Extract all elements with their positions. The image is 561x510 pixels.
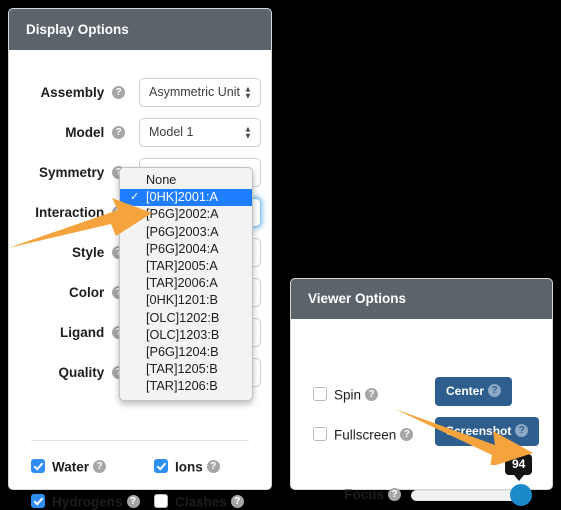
viewer-options-panel: Viewer Options Spin? Fullscreen? Center?…	[290, 278, 553, 506]
help-icon[interactable]: ?	[488, 384, 502, 398]
checkbox-fullscreen-label: Fullscreen	[334, 427, 397, 443]
label-color-text: Color	[68, 285, 105, 300]
center-button-label: Center	[446, 384, 485, 398]
viewer-options-title: Viewer Options	[291, 279, 552, 319]
label-focus: Focus?	[301, 487, 401, 503]
dropdown-option-label: [P6G]2004:A	[146, 241, 219, 256]
dropdown-option[interactable]: [TAR]1206:B	[120, 378, 252, 395]
help-icon[interactable]: ?	[93, 459, 107, 473]
select-assembly-value: Asymmetric Unit	[149, 85, 240, 99]
checkbox-clashes-box[interactable]	[154, 494, 168, 509]
select-model-value: Model 1	[149, 125, 194, 139]
label-symmetry: Symmetry ?	[15, 158, 125, 188]
check-icon: ✓	[130, 191, 140, 204]
help-icon[interactable]: ?	[365, 387, 379, 401]
dropdown-option[interactable]: [OLC]1202:B	[120, 310, 252, 327]
dropdown-option-label: [P6G]2003:A	[146, 224, 219, 239]
interaction-dropdown-list[interactable]: None ✓ [0HK]2001:A [P6G]2002:A [P6G]2003…	[119, 167, 253, 402]
dropdown-option[interactable]: [P6G]2002:A	[120, 206, 252, 223]
checkbox-clashes[interactable]: Clashes?	[154, 494, 244, 510]
checkbox-spin-label: Spin	[334, 387, 362, 403]
dropdown-option-label: [TAR]1206:B	[146, 379, 218, 394]
dropdown-option[interactable]: [TAR]2005:A	[120, 258, 252, 275]
checkbox-ions-box[interactable]	[154, 459, 168, 474]
help-icon[interactable]: ?	[230, 494, 244, 508]
chevron-down-icon: ▼	[244, 131, 252, 140]
label-ligand: Ligand ?	[15, 318, 125, 348]
label-assembly: Assembly ?	[15, 78, 125, 108]
label-interaction-text: Interaction	[35, 205, 105, 220]
dropdown-option-label: [0HK]2001:A	[146, 190, 218, 205]
label-model: Model ?	[15, 118, 125, 148]
label-quality: Quality ?	[15, 358, 125, 388]
label-symmetry-text: Symmetry	[38, 165, 105, 180]
checkbox-fullscreen[interactable]: Fullscreen?	[313, 427, 414, 443]
help-icon[interactable]: ?	[206, 459, 220, 473]
form-row-model: Model ? Model 1 ▲ ▼	[9, 118, 271, 148]
checkbox-water[interactable]: Water?	[31, 459, 107, 475]
checkbox-ions[interactable]: Ions?	[154, 459, 220, 475]
center-button[interactable]: Center?	[435, 377, 513, 406]
dropdown-option-label: [TAR]1205:B	[146, 362, 218, 377]
screenshot-button-label: Screenshot	[446, 424, 512, 438]
dropdown-option[interactable]: [P6G]2003:A	[120, 224, 252, 241]
label-quality-text: Quality	[58, 365, 105, 380]
chevron-updown-icon: ▲ ▼	[244, 85, 252, 100]
form-row-assembly: Assembly ? Asymmetric Unit ▲ ▼	[9, 78, 271, 108]
help-icon[interactable]: ?	[515, 424, 529, 438]
dropdown-option-label: [OLC]1202:B	[146, 310, 220, 325]
display-options-title: Display Options	[9, 9, 271, 50]
focus-value-badge: 94	[505, 454, 533, 481]
checkbox-hydrogens[interactable]: Hydrogens?	[31, 494, 140, 510]
dropdown-option-label: [P6G]2002:A	[146, 207, 219, 222]
label-style: Style ?	[15, 238, 125, 268]
focus-slider-handle[interactable]	[510, 484, 532, 506]
chevron-updown-icon: ▲ ▼	[244, 125, 252, 140]
checkbox-hydrogens-box[interactable]	[31, 494, 45, 509]
dropdown-option[interactable]: [TAR]2006:A	[120, 275, 252, 292]
label-style-text: Style	[71, 245, 105, 260]
label-color: Color ?	[15, 278, 125, 308]
checkbox-hydrogens-label: Hydrogens	[52, 494, 123, 510]
checkbox-water-label: Water	[52, 459, 90, 475]
screenshot-button[interactable]: Screenshot?	[435, 417, 540, 446]
label-assembly-text: Assembly	[40, 85, 105, 100]
select-model[interactable]: Model 1 ▲ ▼	[139, 118, 261, 147]
help-icon[interactable]: ?	[126, 494, 140, 508]
dropdown-option[interactable]: [TAR]1205:B	[120, 361, 252, 378]
chevron-down-icon: ▼	[244, 91, 252, 100]
checkbox-fullscreen-box[interactable]	[313, 427, 327, 442]
checkbox-spin-box[interactable]	[313, 387, 327, 402]
dropdown-option[interactable]: [0HK]1201:B	[120, 292, 252, 309]
dropdown-option-label: [TAR]2006:A	[146, 276, 218, 291]
dropdown-option-selected[interactable]: ✓ [0HK]2001:A	[120, 189, 252, 207]
panel-divider	[31, 440, 249, 441]
checkbox-water-box[interactable]	[31, 459, 45, 474]
dropdown-option[interactable]: [OLC]1203:B	[120, 327, 252, 344]
help-icon[interactable]: ?	[112, 85, 125, 99]
dropdown-option[interactable]: [P6G]2004:A	[120, 241, 252, 258]
dropdown-option[interactable]: [P6G]1204:B	[120, 344, 252, 361]
dropdown-option-label: None	[146, 173, 177, 187]
help-icon[interactable]: ?	[400, 427, 414, 441]
label-model-text: Model	[65, 125, 105, 140]
help-icon[interactable]: ?	[388, 487, 401, 501]
select-assembly[interactable]: Asymmetric Unit ▲ ▼	[139, 78, 261, 107]
dropdown-option-label: [OLC]1203:B	[146, 327, 220, 342]
dropdown-option-label: [0HK]1201:B	[146, 293, 218, 308]
dropdown-option[interactable]: None	[120, 172, 252, 189]
label-ligand-text: Ligand	[59, 325, 105, 340]
label-interaction: Interaction ?	[15, 198, 125, 228]
help-icon[interactable]: ?	[112, 125, 125, 139]
checkbox-ions-label: Ions	[175, 459, 203, 475]
checkbox-spin[interactable]: Spin?	[313, 387, 379, 403]
dropdown-option-label: [TAR]2005:A	[146, 258, 218, 273]
checkbox-clashes-label: Clashes	[175, 494, 227, 510]
dropdown-option-label: [P6G]1204:B	[146, 344, 219, 359]
